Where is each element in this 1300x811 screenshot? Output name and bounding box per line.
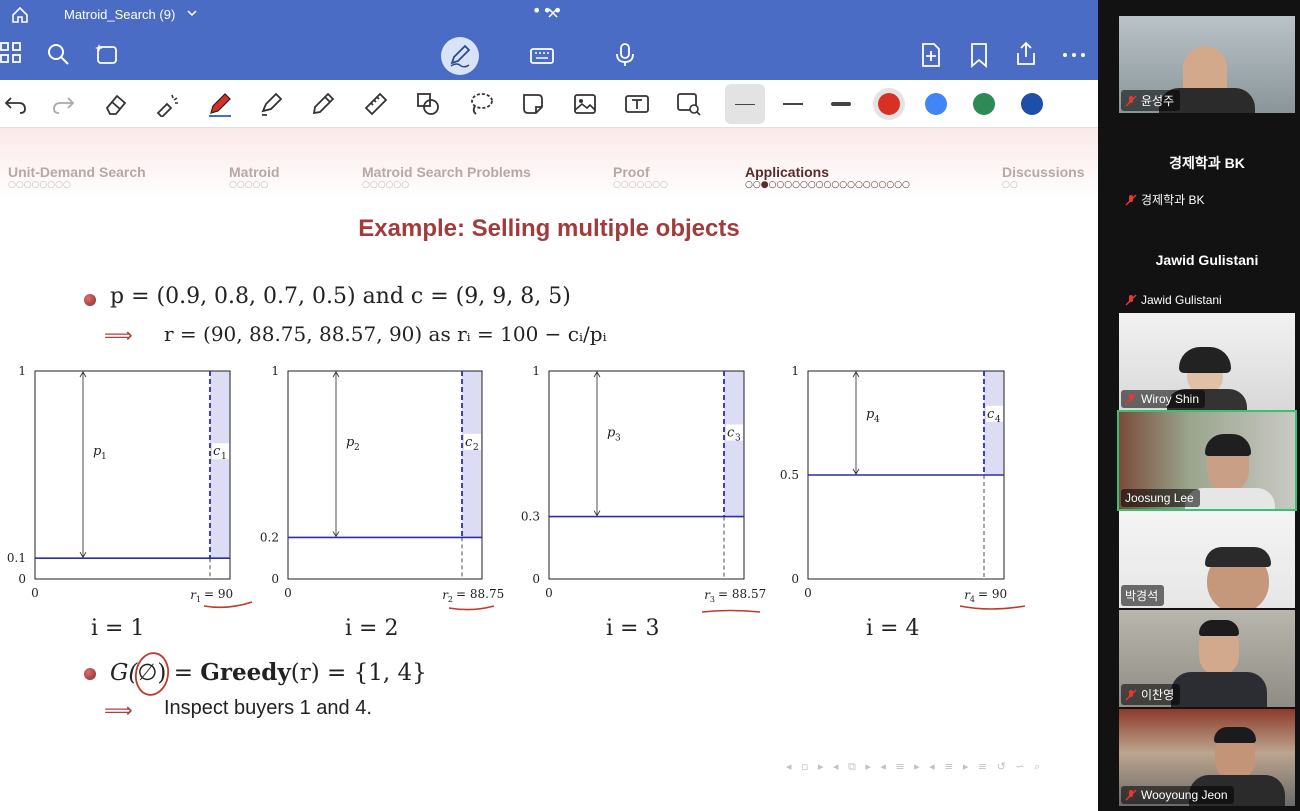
participant-name-tag: Wooyoung Jeon	[1121, 786, 1234, 804]
muted-mic-icon	[1125, 194, 1137, 205]
main-toolbar	[0, 30, 1098, 80]
lasso-icon[interactable]	[468, 91, 494, 117]
participant-video-body	[1171, 672, 1267, 707]
greedy-text-pre: G(	[110, 660, 138, 686]
shapes-icon[interactable]	[415, 91, 441, 117]
participant-name: 이찬영	[1141, 688, 1175, 702]
greedy-text-mid: ) =	[157, 660, 201, 686]
ink-underline-3	[701, 609, 761, 613]
image-icon[interactable]	[572, 91, 598, 117]
muted-mic-icon	[1125, 95, 1137, 106]
pencil-icon[interactable]	[310, 91, 336, 117]
sticker-icon[interactable]	[520, 91, 546, 117]
participant-name: Wooyoung Jeon	[1141, 788, 1228, 802]
participant-tile[interactable]: 이찬영	[1119, 610, 1295, 707]
close-tab-icon[interactable]	[548, 8, 558, 18]
search-icon[interactable]	[46, 42, 70, 66]
participants-panel: 윤성주 경제학과 BK 경제학과 BK Jawid Gulistani Jawi…	[1098, 0, 1300, 811]
participant-video-hair	[1214, 727, 1256, 743]
greedy-bold: Greedy	[200, 659, 291, 686]
participant-video-hair	[1205, 434, 1251, 456]
participant-video-hair	[1205, 547, 1271, 567]
muted-mic-icon	[1125, 393, 1137, 405]
participant-name: 박경석	[1125, 589, 1159, 603]
text-box-icon[interactable]	[624, 91, 650, 117]
ink-underline-4	[959, 605, 1026, 610]
participant-name-tag: Joosung Lee	[1121, 489, 1200, 507]
keyboard-icon[interactable]	[529, 43, 555, 69]
participant-tile[interactable]: Wooyoung Jeon	[1119, 709, 1295, 806]
greedy-line: G(∅) = Greedy(r) = {1, 4}	[110, 659, 427, 686]
chevron-down-icon[interactable]	[187, 8, 197, 18]
canvas-margin	[0, 780, 1098, 811]
participant-name-tag: 윤성주	[1121, 90, 1181, 111]
color-swatch-red[interactable]	[878, 93, 900, 115]
participant-name-tag: 이찬영	[1121, 684, 1181, 705]
stroke-thin-option[interactable]	[735, 104, 755, 105]
participant-name-tag: Wiroy Shin	[1121, 390, 1206, 408]
participant-video-hair	[1199, 620, 1239, 636]
eraser-icon[interactable]	[103, 91, 129, 117]
title-bar: Matroid_Search (9) •••	[0, 0, 1098, 30]
pen-icon[interactable]	[207, 91, 233, 117]
participant-name: 윤성주	[1141, 94, 1175, 108]
participant-display-name: 경제학과 BK	[1169, 155, 1245, 171]
participant-name-tag: 경제학과 BK	[1121, 189, 1211, 210]
home-icon[interactable]	[10, 5, 30, 25]
undo-icon[interactable]	[3, 91, 29, 117]
slide-canvas[interactable]: Unit-Demand Search ○○○○○○○○ Matroid ○○○○…	[0, 128, 1098, 780]
add-page-icon[interactable]	[918, 42, 944, 68]
participant-name: Jawid Gulistani	[1141, 293, 1222, 307]
goodnotes-app: Matroid_Search (9) ••• Unit-Demand Searc…	[0, 0, 1300, 811]
pen-mode-icon[interactable]	[447, 43, 473, 69]
beamer-nav-symbols[interactable]: ◂ ▫ ▸ ◂ ⧉ ▸ ◂ ≡ ▸ ◂ ≡ ▸ ≡ ↺ ∽ ⌕	[786, 760, 1043, 774]
bullet-icon	[84, 668, 96, 680]
participant-name: Joosung Lee	[1125, 491, 1194, 505]
participant-tile[interactable]: 윤성주	[1119, 16, 1295, 113]
stroke-thick-option[interactable]	[831, 102, 851, 106]
implies-arrow-icon: ⟹	[104, 698, 133, 722]
participant-tile[interactable]: Jawid Gulistani Jawid Gulistani	[1119, 214, 1295, 311]
participant-name-tag: Jawid Gulistani	[1121, 291, 1228, 309]
grid-icon[interactable]	[0, 42, 22, 64]
empty-set-symbol: ∅	[137, 660, 158, 686]
participant-tile[interactable]: 경제학과 BK 경제학과 BK	[1119, 115, 1295, 212]
laser-pointer-icon[interactable]	[155, 91, 181, 117]
more-icon[interactable]	[1061, 42, 1087, 68]
microphone-icon[interactable]	[612, 42, 638, 68]
stroke-medium-option[interactable]	[783, 103, 803, 105]
participant-video-hair	[1179, 347, 1231, 373]
drawing-toolbar	[0, 80, 1098, 128]
ink-underline-1	[203, 601, 253, 609]
image-search-icon[interactable]	[676, 91, 702, 117]
highlighter-icon[interactable]	[258, 91, 284, 117]
ink-underline-2	[448, 605, 495, 611]
share-icon[interactable]	[1013, 41, 1039, 67]
participant-name-tag: 박경석	[1121, 585, 1165, 606]
participant-tile[interactable]: Wiroy Shin	[1119, 313, 1295, 410]
ai-sparkle-icon[interactable]	[94, 42, 120, 68]
ruler-icon[interactable]	[363, 91, 389, 117]
conclusion-line: Inspect buyers 1 and 4.	[164, 697, 372, 719]
color-swatch-green[interactable]	[973, 93, 995, 115]
color-swatch-blue[interactable]	[925, 93, 947, 115]
bookmark-icon[interactable]	[966, 42, 992, 68]
participant-name: 경제학과 BK	[1141, 193, 1205, 207]
color-swatch-navy[interactable]	[1021, 93, 1043, 115]
participant-name: Wiroy Shin	[1141, 392, 1200, 406]
participant-tile-speaking[interactable]: Joosung Lee	[1117, 410, 1297, 511]
document-tab-title[interactable]: Matroid_Search (9)	[64, 7, 175, 22]
greedy-text-post: (r) = {1, 4}	[290, 660, 427, 686]
muted-mic-icon	[1125, 689, 1137, 700]
participant-tile[interactable]: 박경석	[1119, 511, 1295, 608]
muted-mic-icon	[1125, 294, 1137, 306]
muted-mic-icon	[1125, 789, 1137, 801]
redo-icon[interactable]	[50, 91, 76, 117]
participant-display-name: Jawid Gulistani	[1155, 252, 1259, 268]
